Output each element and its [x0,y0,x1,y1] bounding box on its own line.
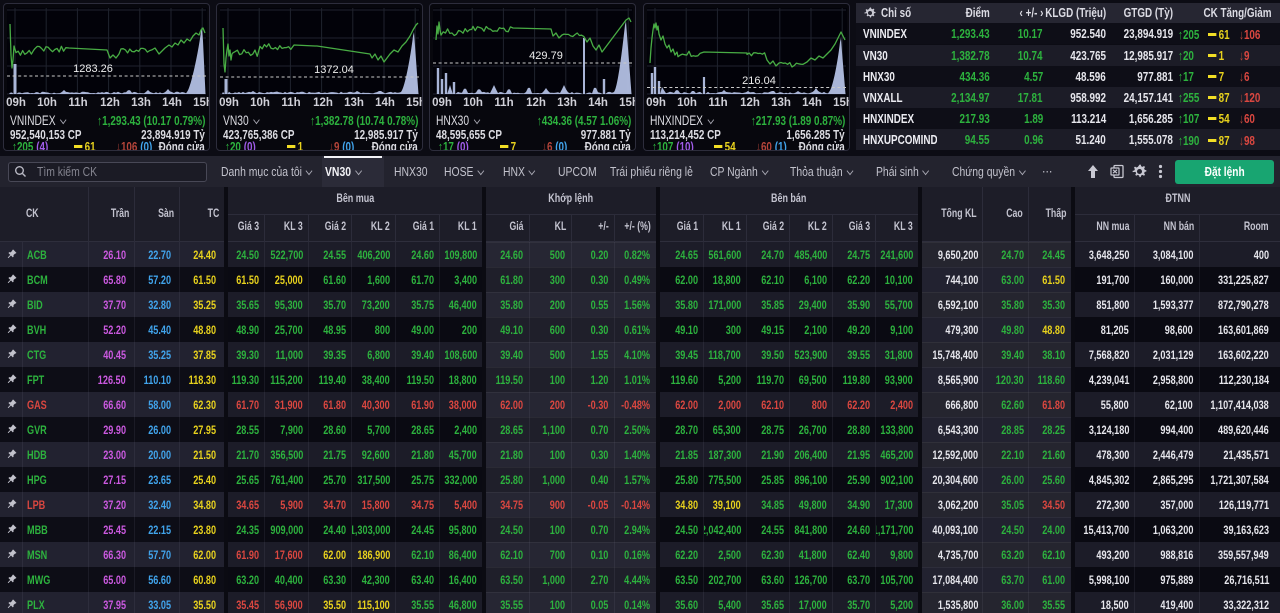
svg-text:1372.04: 1372.04 [314,64,354,76]
svg-text:216.04: 216.04 [742,75,776,87]
svg-text:429.79: 429.79 [529,50,563,62]
svg-text:1283.26: 1283.26 [73,63,113,75]
